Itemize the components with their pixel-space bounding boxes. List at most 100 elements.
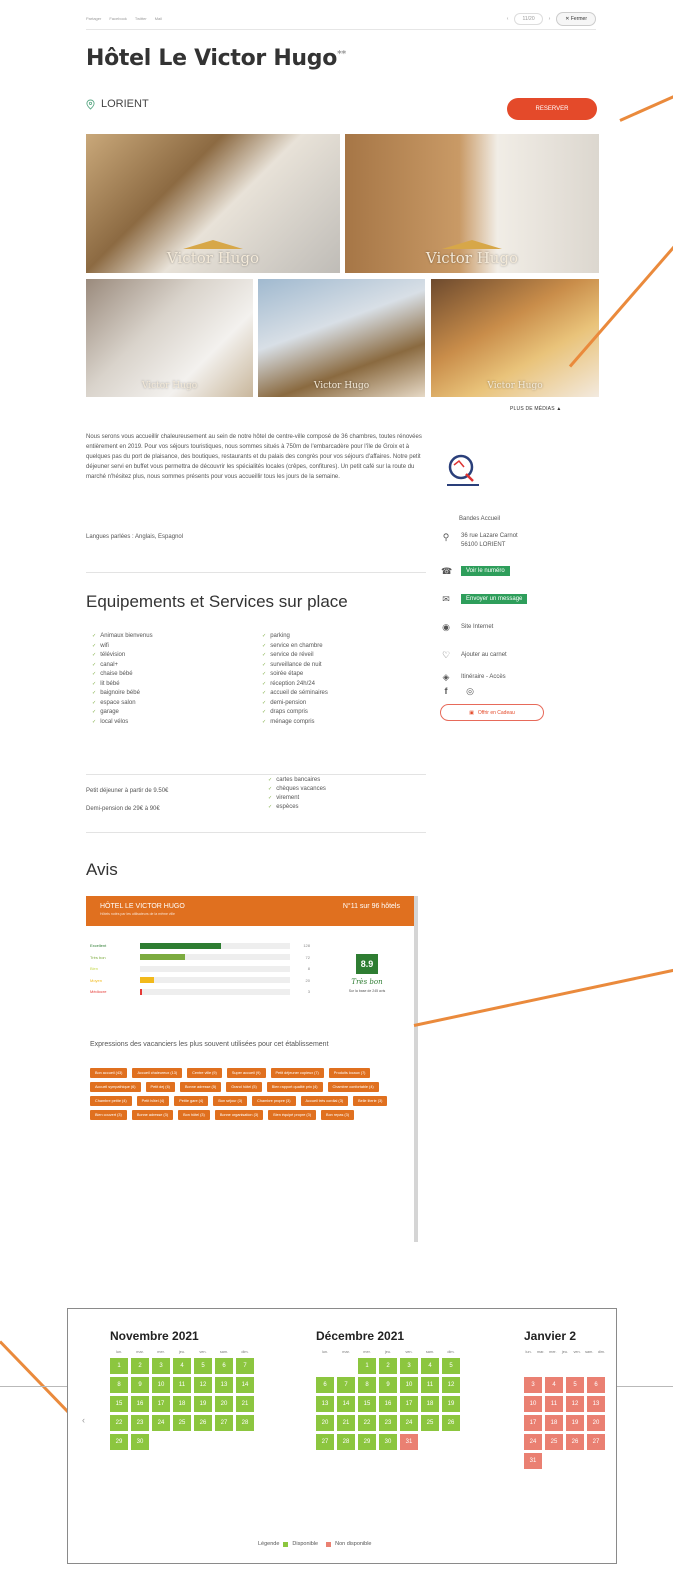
day-cell[interactable]: 17: [524, 1415, 542, 1431]
day-cell[interactable]: 11: [173, 1377, 191, 1393]
gallery-photo-buffet[interactable]: Victor Hugo: [431, 279, 599, 397]
day-cell[interactable]: 15: [110, 1396, 128, 1412]
day-cell[interactable]: 23: [379, 1415, 397, 1431]
day-cell[interactable]: 28: [236, 1415, 254, 1431]
day-cell[interactable]: 30: [131, 1434, 149, 1450]
day-cell[interactable]: 3: [152, 1358, 170, 1374]
day-cell[interactable]: 29: [110, 1434, 128, 1450]
day-cell[interactable]: 12: [442, 1377, 460, 1393]
add-carnet-link[interactable]: Ajouter au carnet: [461, 652, 507, 658]
day-cell[interactable]: 14: [337, 1396, 355, 1412]
day-cell[interactable]: 17: [400, 1396, 418, 1412]
gallery-photo-breakfast-table[interactable]: Victor Hugo: [258, 279, 425, 397]
day-cell[interactable]: 19: [442, 1396, 460, 1412]
day-cell[interactable]: 2: [379, 1358, 397, 1374]
facebook-link[interactable]: Facebook: [109, 16, 127, 21]
day-cell[interactable]: 4: [173, 1358, 191, 1374]
day-cell[interactable]: 25: [173, 1415, 191, 1431]
show-phone-button[interactable]: Voir le numéro: [461, 566, 510, 576]
send-message-button[interactable]: Envoyer un message: [461, 594, 528, 604]
day-cell[interactable]: 27: [587, 1434, 605, 1450]
gallery-photo-bathroom[interactable]: Victor Hugo: [345, 134, 599, 273]
day-cell[interactable]: 25: [545, 1434, 563, 1450]
day-cell[interactable]: 27: [215, 1415, 233, 1431]
day-cell[interactable]: 20: [316, 1415, 334, 1431]
day-cell[interactable]: 5: [442, 1358, 460, 1374]
day-cell[interactable]: 15: [358, 1396, 376, 1412]
day-cell[interactable]: 9: [131, 1377, 149, 1393]
day-cell[interactable]: 12: [566, 1396, 584, 1412]
day-cell[interactable]: 6: [215, 1358, 233, 1374]
day-cell[interactable]: 28: [337, 1434, 355, 1450]
day-cell[interactable]: 20: [587, 1415, 605, 1431]
day-cell[interactable]: 3: [400, 1358, 418, 1374]
day-cell[interactable]: 10: [524, 1396, 542, 1412]
day-cell[interactable]: 22: [358, 1415, 376, 1431]
day-cell[interactable]: 8: [358, 1377, 376, 1393]
day-cell[interactable]: 9: [379, 1377, 397, 1393]
day-cell[interactable]: 24: [400, 1415, 418, 1431]
day-cell[interactable]: 31: [524, 1453, 542, 1469]
day-cell[interactable]: 12: [194, 1377, 212, 1393]
day-cell[interactable]: 8: [110, 1377, 128, 1393]
day-cell[interactable]: 1: [358, 1358, 376, 1374]
day-cell[interactable]: 27: [316, 1434, 334, 1450]
mail-link[interactable]: Mail: [155, 16, 162, 21]
day-cell[interactable]: 20: [215, 1396, 233, 1412]
day-cell[interactable]: 31: [400, 1434, 418, 1450]
day-cell[interactable]: 25: [421, 1415, 439, 1431]
day-cell[interactable]: 16: [131, 1396, 149, 1412]
day-cell[interactable]: 13: [316, 1396, 334, 1412]
day-cell[interactable]: 17: [152, 1396, 170, 1412]
day-cell[interactable]: 18: [421, 1396, 439, 1412]
day-cell[interactable]: 26: [442, 1415, 460, 1431]
day-cell[interactable]: 10: [152, 1377, 170, 1393]
close-button[interactable]: ✕ Fermer: [556, 11, 596, 26]
day-cell[interactable]: 18: [545, 1415, 563, 1431]
chevron-left-icon[interactable]: ‹: [82, 1415, 85, 1425]
day-cell[interactable]: 5: [194, 1358, 212, 1374]
day-cell[interactable]: 16: [379, 1396, 397, 1412]
day-cell[interactable]: 30: [379, 1434, 397, 1450]
day-cell[interactable]: 6: [316, 1377, 334, 1393]
day-cell[interactable]: 26: [566, 1434, 584, 1450]
day-cell[interactable]: 24: [524, 1434, 542, 1450]
reserve-button[interactable]: RESERVER: [507, 98, 597, 120]
gallery-photo-room[interactable]: Victor Hugo: [86, 134, 340, 273]
day-cell[interactable]: 1: [110, 1358, 128, 1374]
day-cell[interactable]: 22: [110, 1415, 128, 1431]
day-cell[interactable]: 2: [131, 1358, 149, 1374]
day-cell[interactable]: 13: [587, 1396, 605, 1412]
prev-arrow-icon[interactable]: ‹: [507, 16, 509, 22]
day-cell[interactable]: 7: [236, 1358, 254, 1374]
day-cell[interactable]: 24: [152, 1415, 170, 1431]
day-cell[interactable]: 26: [194, 1415, 212, 1431]
day-cell[interactable]: 19: [194, 1396, 212, 1412]
day-cell[interactable]: 23: [131, 1415, 149, 1431]
day-cell[interactable]: 4: [545, 1377, 563, 1393]
facebook-icon[interactable]: f: [441, 686, 451, 696]
day-cell[interactable]: 3: [524, 1377, 542, 1393]
day-cell[interactable]: 13: [215, 1377, 233, 1393]
day-cell[interactable]: 21: [236, 1396, 254, 1412]
more-media-link[interactable]: PLUS DE MÉDIAS ▲: [510, 406, 562, 412]
next-arrow-icon[interactable]: ›: [549, 16, 551, 22]
day-cell[interactable]: 29: [358, 1434, 376, 1450]
day-cell[interactable]: 21: [337, 1415, 355, 1431]
twitter-link[interactable]: Twitter: [135, 16, 147, 21]
website-link[interactable]: Site Internet: [461, 624, 493, 630]
day-cell[interactable]: 6: [587, 1377, 605, 1393]
day-cell[interactable]: 19: [566, 1415, 584, 1431]
instagram-icon[interactable]: ◎: [465, 686, 475, 696]
day-cell[interactable]: 11: [421, 1377, 439, 1393]
day-cell[interactable]: 11: [545, 1396, 563, 1412]
gift-button[interactable]: ▣ Offrir en Cadeau: [440, 704, 544, 721]
day-cell[interactable]: 18: [173, 1396, 191, 1412]
day-cell[interactable]: 5: [566, 1377, 584, 1393]
itinerary-link[interactable]: Itinéraire - Accès: [461, 674, 506, 680]
day-cell[interactable]: 14: [236, 1377, 254, 1393]
day-cell[interactable]: 7: [337, 1377, 355, 1393]
day-cell[interactable]: 10: [400, 1377, 418, 1393]
day-cell[interactable]: 4: [421, 1358, 439, 1374]
gallery-photo-bedroom[interactable]: Victor Hugo: [86, 279, 253, 397]
